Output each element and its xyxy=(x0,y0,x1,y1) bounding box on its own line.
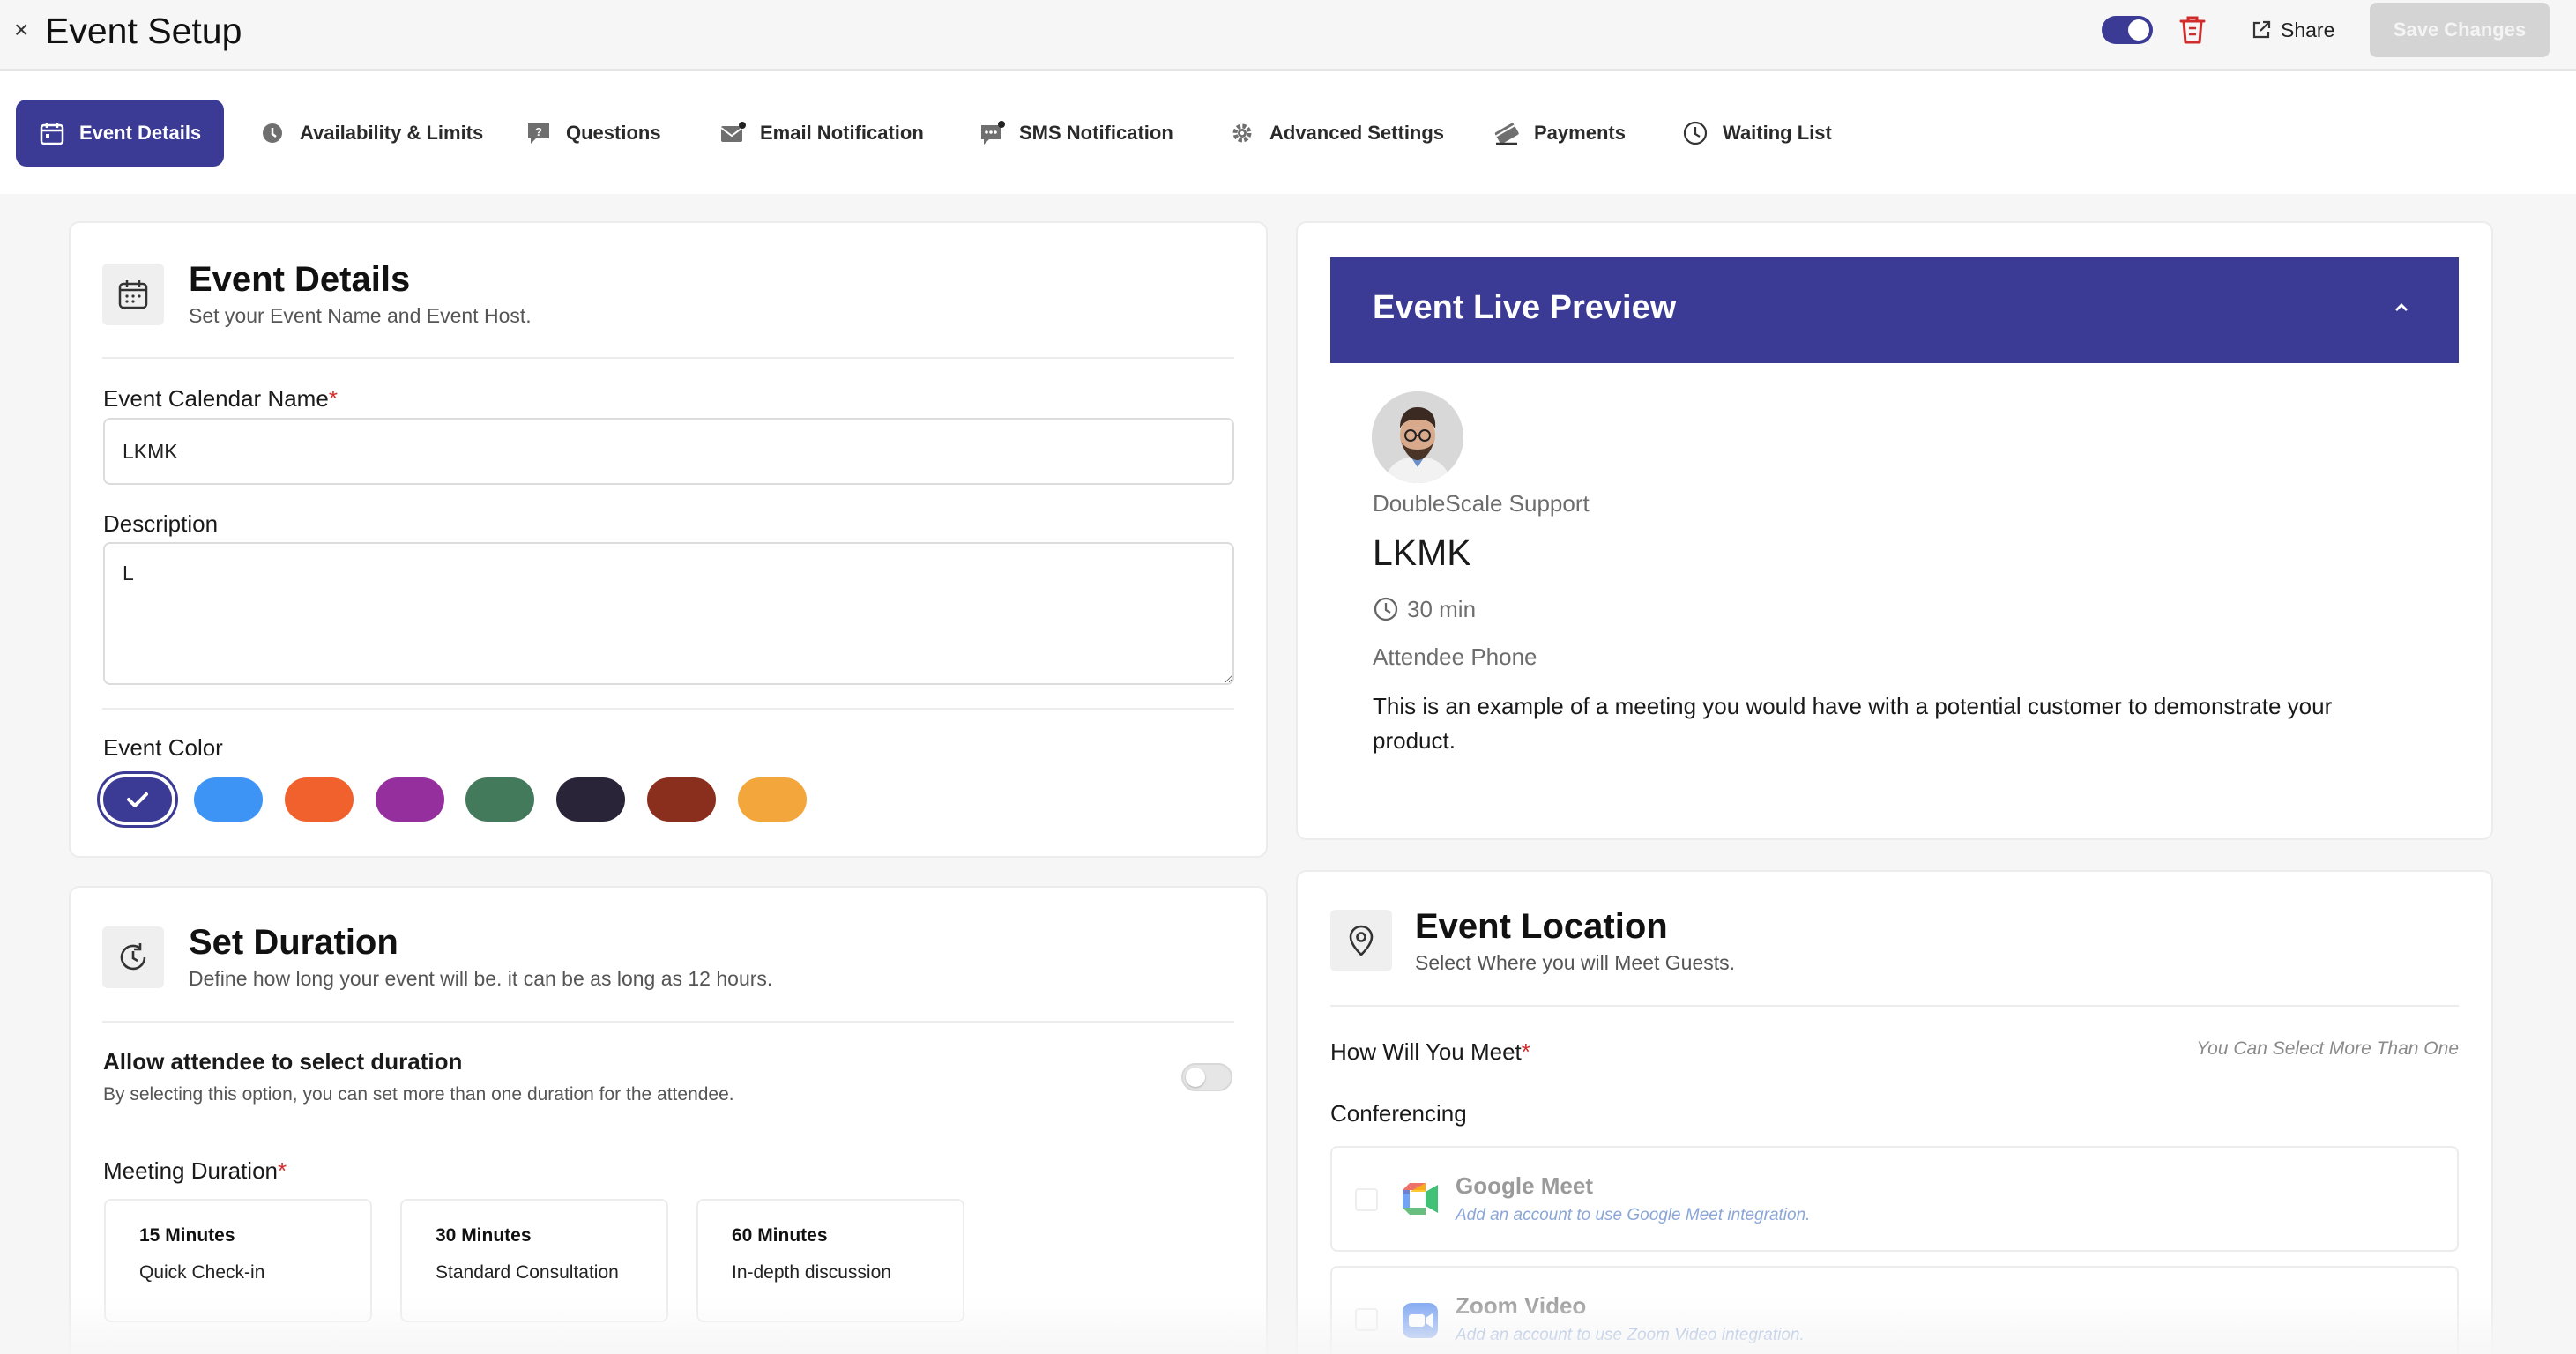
zoom-video-name: Zoom Video xyxy=(1456,1292,1587,1319)
google-meet-name: Google Meet xyxy=(1456,1172,1594,1199)
duration-option-subtitle: Quick Check-in xyxy=(139,1262,265,1283)
zoom-video-option[interactable]: Zoom Video Add an account to use Zoom Vi… xyxy=(1330,1266,2459,1354)
preview-location: Attendee Phone xyxy=(1373,644,1537,670)
tab-label: Email Notification xyxy=(760,122,924,144)
event-color-label: Event Color xyxy=(103,734,223,761)
card-icon xyxy=(1494,123,1519,145)
chat-icon xyxy=(981,121,1005,145)
tab-label: Event Details xyxy=(79,122,202,144)
color-swatch[interactable] xyxy=(285,777,354,822)
zoom-video-checkbox[interactable] xyxy=(1355,1308,1378,1331)
share-label: Share xyxy=(2281,18,2335,41)
divider xyxy=(102,1021,1234,1023)
google-meet-hint: Add an account to use Google Meet integr… xyxy=(1456,1206,1811,1224)
color-swatch[interactable] xyxy=(465,777,534,822)
event-location-title: Event Location xyxy=(1415,907,1668,946)
page-title: Event Setup xyxy=(45,11,242,51)
tab-email-notification[interactable]: Email Notification xyxy=(696,100,947,167)
divider xyxy=(102,357,1234,359)
gear-icon xyxy=(1232,123,1252,143)
tab-label: Advanced Settings xyxy=(1269,122,1445,144)
meeting-duration-label: Meeting Duration* xyxy=(103,1157,287,1184)
allow-duration-toggle[interactable] xyxy=(1181,1063,1232,1091)
duration-option-subtitle: In-depth discussion xyxy=(732,1262,891,1283)
save-changes-button[interactable]: Save Changes xyxy=(2370,3,2550,57)
calendar-name-input[interactable] xyxy=(103,418,1234,485)
svg-text:?: ? xyxy=(535,125,542,138)
how-will-you-meet-label: How Will You Meet* xyxy=(1330,1038,1530,1065)
map-pin-icon xyxy=(1330,910,1392,971)
preview-duration: 30 min xyxy=(1407,596,1477,622)
preview-description: This is an example of a meeting you woul… xyxy=(1373,693,2333,754)
tab-bar: Event Details Availability & Limits ? Qu… xyxy=(0,71,2576,194)
tab-questions[interactable]: ? Questions xyxy=(503,100,684,167)
tab-advanced-settings[interactable]: Advanced Settings xyxy=(1206,100,1467,167)
zoom-video-icon xyxy=(1403,1303,1438,1338)
duration-option-subtitle: Standard Consultation xyxy=(436,1262,619,1283)
share-button[interactable]: Share xyxy=(2251,16,2334,44)
event-location-subtitle: Select Where you will Meet Guests. xyxy=(1415,951,1736,974)
color-swatch[interactable] xyxy=(647,777,716,822)
close-icon[interactable]: × xyxy=(14,18,28,42)
select-more-hint: You Can Select More Than One xyxy=(2196,1038,2459,1059)
event-details-title: Event Details xyxy=(189,260,411,299)
trash-icon[interactable] xyxy=(2178,14,2207,46)
google-meet-icon xyxy=(1403,1183,1438,1215)
allow-duration-help: By selecting this option, you can set mo… xyxy=(103,1084,734,1105)
duration-option-title: 30 Minutes xyxy=(436,1225,532,1246)
duration-option-15[interactable]: 15 Minutes Quick Check-in xyxy=(104,1199,372,1322)
divider xyxy=(1330,1005,2459,1007)
tab-label: Availability & Limits xyxy=(300,122,484,144)
calendar-icon xyxy=(40,123,64,145)
duration-option-30[interactable]: 30 Minutes Standard Consultation xyxy=(400,1199,668,1322)
divider xyxy=(102,708,1234,710)
duration-option-title: 15 Minutes xyxy=(139,1225,235,1246)
tab-label: Waiting List xyxy=(1723,122,1832,144)
event-details-subtitle: Set your Event Name and Event Host. xyxy=(189,304,532,327)
calendar-icon xyxy=(102,264,164,325)
clock-icon xyxy=(263,123,282,143)
duration-icon xyxy=(102,926,164,988)
clock-icon xyxy=(1374,597,1398,621)
calendar-name-label: Event Calendar Name* xyxy=(103,385,338,412)
allow-duration-label: Allow attendee to select duration xyxy=(103,1048,463,1075)
tab-label: SMS Notification xyxy=(1019,122,1173,144)
color-swatch[interactable] xyxy=(103,777,172,822)
clock-icon xyxy=(1683,121,1708,145)
tab-payments[interactable]: Payments xyxy=(1470,100,1649,167)
tab-availability-limits[interactable]: Availability & Limits xyxy=(236,100,506,167)
chevron-up-icon[interactable] xyxy=(2390,296,2413,319)
live-preview-header[interactable]: Event Live Preview xyxy=(1330,257,2459,363)
tab-waiting-list[interactable]: Waiting List xyxy=(1659,100,1855,167)
color-swatch[interactable] xyxy=(738,777,807,822)
duration-option-title: 60 Minutes xyxy=(732,1225,828,1246)
check-icon xyxy=(127,792,148,807)
google-meet-option[interactable]: Google Meet Add an account to use Google… xyxy=(1330,1146,2459,1252)
tab-sms-notification[interactable]: SMS Notification xyxy=(956,100,1196,167)
conferencing-label: Conferencing xyxy=(1330,1100,1467,1127)
google-meet-checkbox[interactable] xyxy=(1355,1188,1378,1211)
preview-host: DoubleScale Support xyxy=(1373,490,1590,517)
color-swatch[interactable] xyxy=(194,777,263,822)
avatar xyxy=(1372,391,1463,483)
tab-label: Payments xyxy=(1534,122,1626,144)
event-active-toggle[interactable] xyxy=(2102,16,2153,44)
set-duration-title: Set Duration xyxy=(189,923,398,962)
duration-option-60[interactable]: 60 Minutes In-depth discussion xyxy=(696,1199,964,1322)
tab-label: Questions xyxy=(566,122,661,144)
top-bar: × Event Setup Share Save Changes xyxy=(0,0,2576,71)
description-textarea[interactable]: L xyxy=(103,542,1234,685)
preview-event-name: LKMK xyxy=(1373,532,1471,573)
color-swatch[interactable] xyxy=(556,777,625,822)
external-link-icon xyxy=(2252,20,2271,39)
color-swatch[interactable] xyxy=(376,777,444,822)
tab-event-details[interactable]: Event Details xyxy=(16,100,225,167)
live-preview-title: Event Live Preview xyxy=(1373,289,1677,326)
set-duration-subtitle: Define how long your event will be. it c… xyxy=(189,967,773,990)
description-label: Description xyxy=(103,510,219,537)
question-icon: ? xyxy=(528,123,549,144)
mail-icon xyxy=(720,122,746,142)
zoom-video-hint: Add an account to use Zoom Video integra… xyxy=(1456,1326,1805,1344)
